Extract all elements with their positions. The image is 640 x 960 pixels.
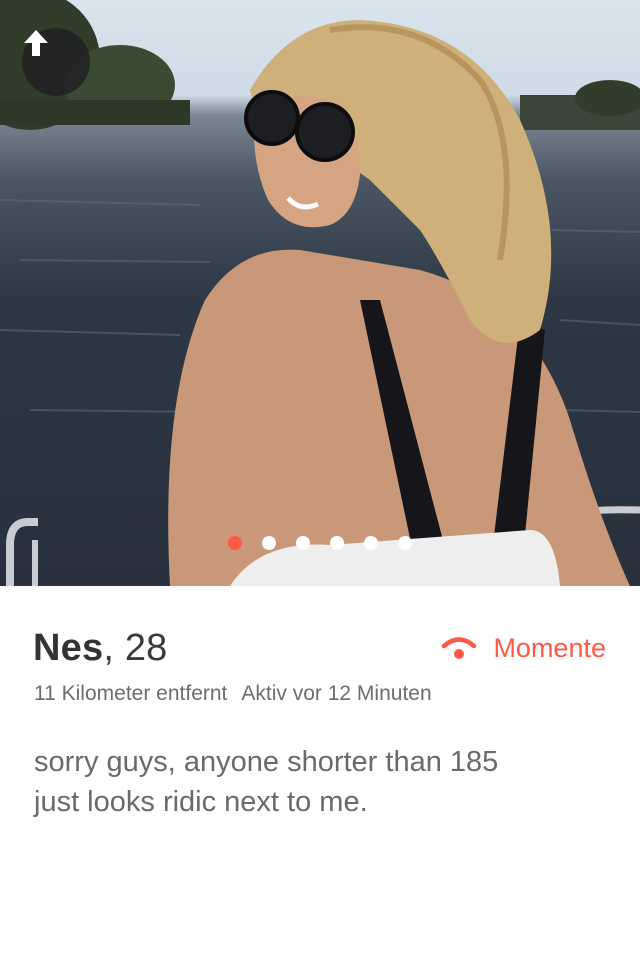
pager-dot[interactable]: [364, 536, 378, 550]
bio-line: sorry guys, anyone shorter than 185: [34, 746, 499, 778]
pager-dot[interactable]: [398, 536, 412, 550]
photo-illustration: [0, 0, 640, 586]
wifi-icon: [442, 637, 477, 659]
profile-age: , 28: [103, 627, 168, 669]
arrow-up-icon: [24, 30, 48, 56]
bio-line: just looks ridic next to me.: [34, 786, 368, 818]
profile-meta: 11 Kilometer entfernt Aktiv vor 12 Minute…: [34, 682, 432, 706]
activity-text: Aktiv vor 12 Minuten: [241, 682, 432, 705]
photo-pager: [0, 536, 640, 550]
moments-link[interactable]: Momente: [441, 628, 606, 668]
profile-name-age: Nes, 28: [33, 625, 168, 671]
pager-dot[interactable]: [330, 536, 344, 550]
pager-dot[interactable]: [228, 536, 242, 550]
profile-name: Nes: [33, 627, 104, 669]
pager-dot[interactable]: [262, 536, 276, 550]
back-button[interactable]: [22, 28, 90, 96]
profile-bio: sorry guys, anyone shorter than 185 just…: [34, 742, 614, 822]
distance-text: 11 Kilometer entfernt: [34, 682, 228, 705]
pager-dot[interactable]: [296, 536, 310, 550]
moments-label: Momente: [493, 632, 606, 663]
profile-photo[interactable]: [0, 0, 640, 586]
